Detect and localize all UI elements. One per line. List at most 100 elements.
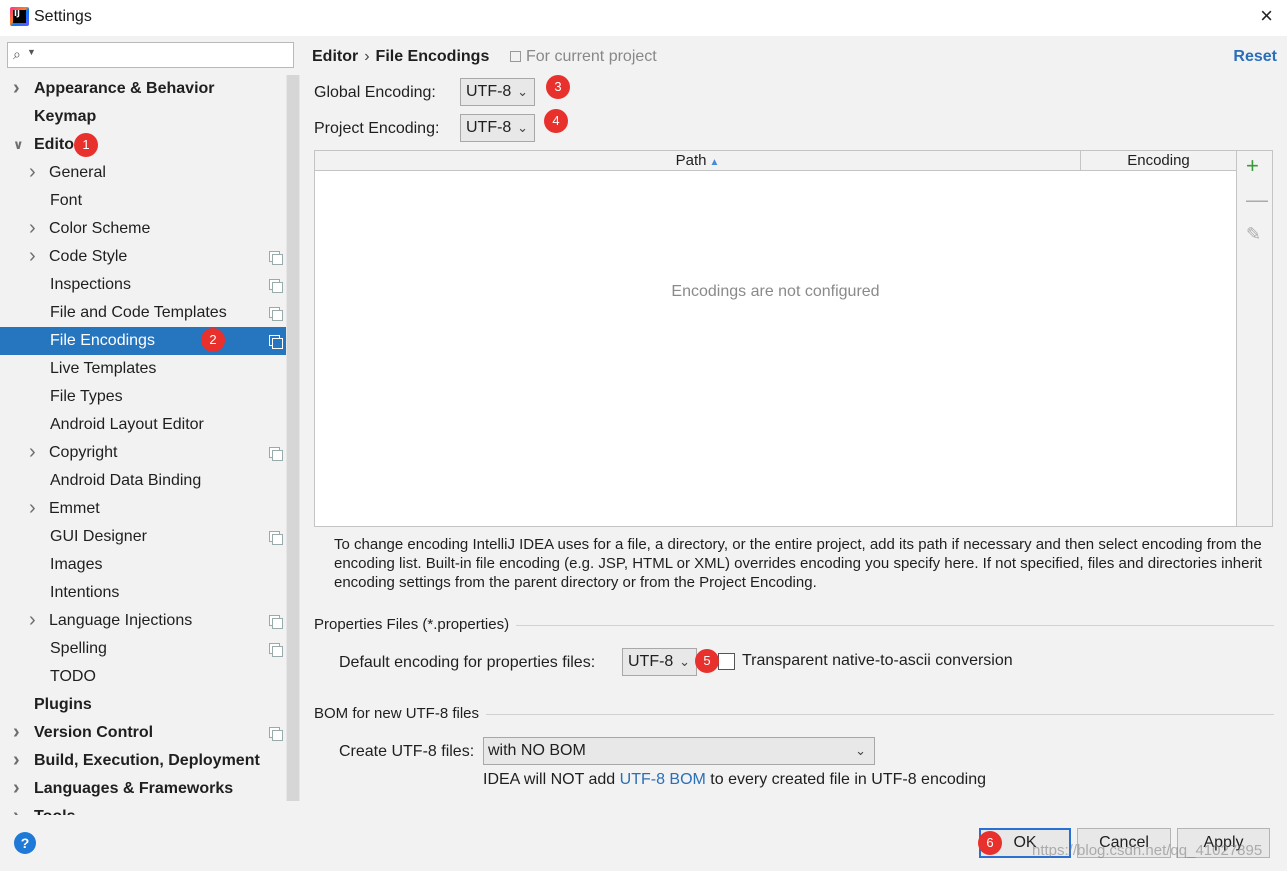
bom-select[interactable]: with NO BOM ⌄ [483,737,875,765]
sidebar-item-build-execution-deployment[interactable]: › Build, Execution, Deployment [0,747,300,775]
bom-note: IDEA will NOT add UTF-8 BOM to every cre… [483,771,986,789]
sidebar-item-tools[interactable]: › Tools [0,803,300,815]
search-icon: ⌕ [13,46,21,62]
annotation-badge-2: 2 [201,328,225,352]
sidebar-item-version-control[interactable]: › Version Control [0,719,300,747]
sidebar-item-file-encodings[interactable]: File Encodings [0,327,300,355]
project-scope-icon [269,307,283,321]
bom-note-text-end: to every created file in UTF-8 encoding [705,771,986,788]
reset-link[interactable]: Reset [1233,48,1277,66]
table-toolbar: + — ✎ [1236,151,1272,526]
sidebar-item-android-layout-editor[interactable]: Android Layout Editor [0,411,300,439]
breadcrumb-editor[interactable]: Editor [312,48,358,65]
chevron-right-icon[interactable]: › [29,158,36,186]
sidebar-item-editor[interactable]: ∨ Editor [0,131,300,159]
project-scope-icon [269,643,283,657]
sidebar-item-file-and-code-templates[interactable]: File and Code Templates [0,299,300,327]
native-to-ascii-label[interactable]: Transparent native-to-ascii conversion [742,652,1013,670]
annotation-badge-3: 3 [546,75,570,99]
sidebar-item-live-templates[interactable]: Live Templates [0,355,300,383]
utf8-bom-link[interactable]: UTF-8 BOM [620,771,706,788]
breadcrumb: Editor › File Encodings [312,48,489,66]
properties-section-title: Properties Files (*.properties) [314,616,510,633]
sidebar-item-general[interactable]: › General [0,159,300,187]
sidebar-item-label: File Encodings [50,332,155,349]
sidebar-item-gui-designer[interactable]: GUI Designer [0,523,300,551]
settings-sidebar: ⌕ ▼ › Appearance & Behavior Keymap ∨ Editor ›… [0,36,300,815]
global-encoding-select[interactable]: UTF-8 ⌄ [460,78,535,106]
sidebar-item-label: Build, Execution, Deployment [34,752,260,769]
sidebar-item-label: TODO [50,668,96,685]
chevron-right-icon[interactable]: › [13,746,20,774]
chevron-right-icon[interactable]: › [29,242,36,270]
global-encoding-label: Global Encoding: [314,84,436,101]
encoding-help-text: To change encoding IntelliJ IDEA uses fo… [334,536,1262,591]
chevron-right-icon[interactable]: › [13,802,20,815]
sidebar-item-keymap[interactable]: Keymap [0,103,300,131]
native-to-ascii-checkbox[interactable] [718,653,735,670]
close-icon[interactable]: × [1260,5,1273,27]
sidebar-item-font[interactable]: Font [0,187,300,215]
chevron-down-icon: ⌄ [679,654,690,669]
section-divider [486,714,1274,715]
sidebar-item-plugins[interactable]: Plugins [0,691,300,719]
sidebar-item-intentions[interactable]: Intentions [0,579,300,607]
properties-encoding-select[interactable]: UTF-8 ⌄ [622,648,697,676]
section-divider [516,625,1274,626]
settings-tree: › Appearance & Behavior Keymap ∨ Editor › Gene… [0,75,300,815]
sidebar-item-label: Spelling [50,640,107,657]
annotation-badge-6: 6 [978,831,1002,855]
sidebar-item-code-style[interactable]: › Code Style [0,243,300,271]
sidebar-item-file-types[interactable]: File Types [0,383,300,411]
sidebar-item-appearance-behavior[interactable]: › Appearance & Behavior [0,75,300,103]
sidebar-item-label: File Types [50,388,123,405]
sidebar-item-label: Font [50,192,83,209]
sidebar-item-images[interactable]: Images [0,551,300,579]
column-header-path[interactable]: Path ▲ [315,151,1081,171]
sidebar-item-android-data-binding[interactable]: Android Data Binding [0,467,300,495]
sidebar-item-label: Language Injections [49,612,193,629]
search-input[interactable]: ⌕ ▼ [7,42,294,68]
chevron-right-icon[interactable]: › [13,718,20,746]
sidebar-item-label: Tools [34,803,75,815]
chevron-right-icon[interactable]: › [29,494,36,522]
sidebar-item-label: Intentions [50,584,120,601]
sidebar-item-copyright[interactable]: › Copyright [0,439,300,467]
sidebar-item-todo[interactable]: TODO [0,663,300,691]
sidebar-item-emmet[interactable]: › Emmet [0,495,300,523]
project-scope-icon [269,279,283,293]
dialog-footer: ? OK Cancel Apply https://blog.csdn.net/… [0,815,1287,871]
breadcrumb-separator: › [364,48,370,65]
chevron-right-icon[interactable]: › [29,438,36,466]
chevron-down-icon: ⌄ [517,120,528,135]
sidebar-item-languages-frameworks[interactable]: › Languages & Frameworks [0,775,300,803]
project-scope-icon [269,531,283,545]
bom-section-title: BOM for new UTF-8 files [314,705,480,722]
scope-note-text: For current project [526,48,657,65]
chevron-down-icon[interactable]: ∨ [13,131,24,159]
chevron-right-icon[interactable]: › [29,214,36,242]
chevron-right-icon[interactable]: › [13,774,20,802]
sidebar-item-language-injections[interactable]: › Language Injections [0,607,300,635]
column-header-encoding[interactable]: Encoding [1081,151,1236,171]
sidebar-item-spelling[interactable]: Spelling [0,635,300,663]
chevron-right-icon[interactable]: › [13,74,20,102]
chevron-right-icon[interactable]: › [29,606,36,634]
project-scope-icon [269,727,283,741]
path-header-label: Path [675,152,707,169]
sidebar-item-color-scheme[interactable]: › Color Scheme [0,215,300,243]
add-icon[interactable]: + [1246,155,1259,177]
sort-ascending-icon: ▲ [709,157,720,168]
edit-icon[interactable]: ✎ [1246,223,1261,245]
sidebar-scrollbar-thumb[interactable] [287,75,299,801]
help-icon[interactable]: ? [14,832,36,854]
chevron-down-icon: ⌄ [517,84,528,99]
watermark: https://blog.csdn.net/qq_41027895 [1032,842,1263,859]
annotation-badge-5: 5 [695,649,719,673]
project-encoding-select[interactable]: UTF-8 ⌄ [460,114,535,142]
remove-icon[interactable]: — [1246,189,1268,211]
sidebar-item-label: Appearance & Behavior [34,80,215,97]
sidebar-item-label: Plugins [34,696,92,713]
chevron-down-icon[interactable]: ▼ [27,47,36,57]
sidebar-item-inspections[interactable]: Inspections [0,271,300,299]
